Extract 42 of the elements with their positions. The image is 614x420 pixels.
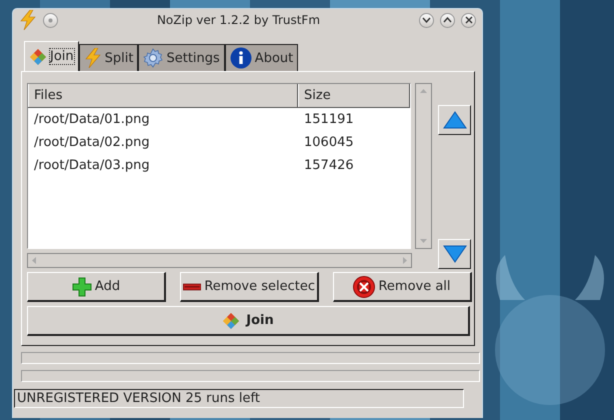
horizontal-scrollbar[interactable] — [27, 253, 412, 268]
gear-icon — [143, 48, 164, 68]
puzzle-icon — [222, 312, 240, 330]
action-button[interactable]: Remove selectec — [180, 272, 319, 302]
join-button[interactable]: Join — [27, 306, 470, 336]
column-header[interactable]: Files — [28, 84, 298, 107]
column-header[interactable]: Size — [298, 84, 410, 107]
move-up-button[interactable] — [438, 105, 471, 135]
table-cell-text: /root/Data/03.png — [33, 158, 151, 173]
app-icon — [19, 10, 37, 30]
close-icon — [464, 16, 472, 24]
window-title: NoZip ver 1.2.2 by TrustFm — [156, 13, 322, 27]
table-cell-text: /root/Data/01.png — [33, 112, 151, 127]
file-list[interactable]: Files Size /root/Data/01.png 151191 /root/Data/02.png 106045 /root/Data/03.png 157426 — [27, 83, 411, 249]
down-arrow-icon — [442, 245, 466, 263]
table-cell-text: 106045 — [303, 135, 355, 150]
table-cell-text: 151191 — [303, 112, 355, 127]
bar-icon — [183, 282, 202, 290]
menu-button[interactable] — [43, 12, 58, 28]
chevron-up-icon — [443, 17, 452, 23]
plus-icon — [72, 276, 92, 296]
up-arrow-icon — [442, 111, 466, 129]
maximize-button[interactable] — [440, 12, 455, 28]
chevron-down-icon — [422, 17, 431, 23]
info-icon — [230, 47, 252, 69]
table-cell-text: /root/Data/02.png — [33, 135, 151, 150]
close-button[interactable] — [461, 12, 476, 28]
status-bar: UNREGISTERED VERSION 25 runs left — [14, 389, 464, 408]
tab[interactable]: Split — [78, 44, 138, 71]
puzzle-icon — [29, 48, 47, 66]
tab[interactable]: Settings — [138, 44, 225, 71]
dot-icon — [48, 18, 53, 22]
table-cell-text: 157426 — [303, 158, 355, 173]
tab[interactable]: About — [224, 44, 298, 71]
minimize-button[interactable] — [419, 12, 434, 28]
action-button[interactable]: Add — [27, 272, 166, 302]
action-button[interactable]: Remove all — [333, 272, 472, 302]
lightning-icon — [84, 48, 102, 68]
move-down-button[interactable] — [438, 239, 471, 269]
x-circle-icon — [353, 276, 376, 298]
vertical-scrollbar[interactable] — [415, 83, 432, 249]
tab[interactable]: Join — [24, 41, 79, 71]
